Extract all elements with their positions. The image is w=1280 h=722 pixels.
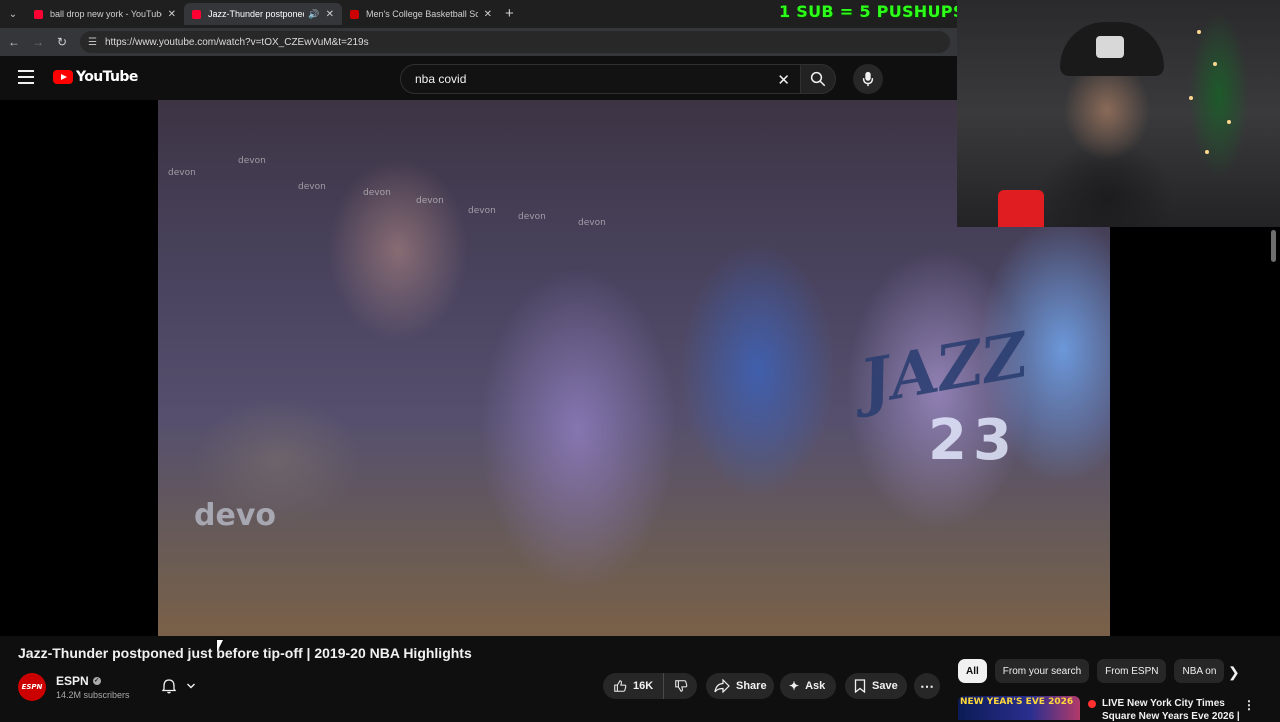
recommended-video-thumbnail[interactable]: NEW YEAR'S EVE 2026 xyxy=(958,696,1080,720)
search-input[interactable] xyxy=(415,72,755,86)
recommended-title-line-2[interactable]: Square New Years Eve 2026 | xyxy=(1102,711,1240,722)
red-light xyxy=(998,190,1044,227)
chevron-down-icon xyxy=(186,683,195,689)
share-arrow-icon xyxy=(714,679,730,693)
more-actions-icon[interactable]: ⋯ xyxy=(914,673,940,699)
voice-search-button[interactable] xyxy=(853,64,883,94)
channel-meta: ESPN ✓ 14.2M subscribers xyxy=(56,674,130,700)
scrollbar-thumb[interactable] xyxy=(1271,230,1276,262)
youtube-header: YouTube ✕ xyxy=(0,56,958,100)
close-tab-icon[interactable]: ✕ xyxy=(478,9,492,20)
arena-signage-text: devon xyxy=(518,212,546,222)
arena-signage-text: devon xyxy=(238,156,266,166)
jersey-number: 23 xyxy=(928,408,1018,473)
share-label: Share xyxy=(736,680,767,692)
thumbs-up-icon xyxy=(614,680,627,692)
like-count: 16K xyxy=(633,680,654,692)
arena-signage-text: devon xyxy=(416,196,444,206)
ask-button[interactable]: ✦ Ask xyxy=(780,673,836,699)
dislike-button[interactable] xyxy=(664,673,698,699)
search-button[interactable] xyxy=(800,64,836,94)
recommended-title-line-1: LIVE New York City Times xyxy=(1102,698,1225,709)
microphone-icon xyxy=(862,71,874,87)
jersey-wordmark: JAZZ xyxy=(854,317,1034,420)
tab-title: ball drop new york - YouTube xyxy=(50,9,162,19)
url-text: https://www.youtube.com/watch?v=tOX_CZEw… xyxy=(104,36,369,48)
recommended-video-title[interactable]: LIVE New York City Times xyxy=(1088,698,1225,709)
chip-from-your-search[interactable]: From your search xyxy=(994,659,1090,683)
tree-light xyxy=(1189,96,1193,100)
reload-icon[interactable]: ↻ xyxy=(54,34,70,50)
browser-tab-2-active[interactable]: Jazz-Thunder postponed ju 🔊 ✕ xyxy=(184,3,342,25)
chevron-right-icon[interactable]: ❯ xyxy=(1228,664,1240,681)
tree-light xyxy=(1205,150,1209,154)
channel-name-text: ESPN xyxy=(56,674,89,688)
like-dislike-group: 16K xyxy=(603,673,697,699)
tree-light xyxy=(1197,30,1201,34)
youtube-favicon-icon xyxy=(34,9,43,19)
address-bar[interactable]: ☰ https://www.youtube.com/watch?v=tOX_CZ… xyxy=(80,31,950,53)
arena-signage-text: devon xyxy=(468,206,496,216)
bell-icon xyxy=(161,679,176,694)
chip-from-espn[interactable]: From ESPN xyxy=(1097,659,1167,683)
courtside-ad-text: devo xyxy=(194,498,276,533)
streamer-webcam xyxy=(957,0,1280,227)
chip-all[interactable]: All xyxy=(958,659,987,683)
notification-bell-button[interactable] xyxy=(150,672,206,700)
close-tab-icon[interactable]: ✕ xyxy=(162,9,176,20)
channel-avatar[interactable]: ESPN xyxy=(18,673,46,701)
channel-info: ESPN ESPN ✓ 14.2M subscribers xyxy=(18,673,130,701)
tab-title: Jazz-Thunder postponed ju xyxy=(208,9,305,19)
chip-nba-on[interactable]: NBA on xyxy=(1174,659,1225,683)
tab-search-chevron-icon[interactable]: ⌄ xyxy=(4,5,22,23)
youtube-play-icon xyxy=(53,70,73,84)
save-button[interactable]: Save xyxy=(845,673,907,699)
browser-tab-3[interactable]: Men's College Basketball Sched ✕ xyxy=(342,3,500,25)
youtube-logo[interactable]: YouTube xyxy=(53,69,138,85)
logo-wordmark: YouTube xyxy=(76,69,138,85)
tab-title: Men's College Basketball Sched xyxy=(366,9,478,19)
like-button[interactable]: 16K xyxy=(603,673,665,699)
share-button[interactable]: Share xyxy=(706,673,774,699)
back-arrow-icon[interactable]: ← xyxy=(6,34,22,50)
mouse-cursor xyxy=(217,640,223,652)
browser-tab-1[interactable]: ball drop new york - YouTube ✕ xyxy=(26,3,184,25)
search-icon xyxy=(810,71,826,87)
more-vert-icon[interactable]: ⋮ xyxy=(1243,698,1255,712)
stream-banner: 1 SUB = 5 PUSHUPS xyxy=(779,2,965,21)
arena-signage-text: devon xyxy=(578,218,606,228)
verified-check-icon: ✓ xyxy=(92,677,101,685)
ask-label: Ask xyxy=(805,680,826,692)
menu-icon[interactable] xyxy=(18,70,34,84)
espn-favicon-icon xyxy=(350,9,359,19)
arena-signage-text: devon xyxy=(363,188,391,198)
live-dot-icon xyxy=(1088,699,1096,708)
site-info-icon[interactable]: ☰ xyxy=(88,37,97,48)
clear-search-icon[interactable]: ✕ xyxy=(777,71,790,89)
thumbnail-text: NEW YEAR'S EVE 2026 xyxy=(960,697,1074,707)
sparkle-icon: ✦ xyxy=(789,679,800,693)
thumbs-down-icon xyxy=(675,680,688,692)
cap-logo xyxy=(1096,36,1124,58)
search-box: ✕ xyxy=(400,64,800,94)
related-filter-chips: All From your search From ESPN NBA on xyxy=(958,659,1258,683)
youtube-favicon-icon xyxy=(192,9,201,19)
forward-arrow-icon[interactable]: → xyxy=(30,34,46,50)
tree-light xyxy=(1227,120,1231,124)
close-tab-icon[interactable]: ✕ xyxy=(320,9,334,20)
video-title: Jazz-Thunder postponed just before tip-o… xyxy=(18,645,472,661)
speaker-icon[interactable]: 🔊 xyxy=(308,9,319,20)
arena-signage-text: devon xyxy=(298,182,326,192)
save-label: Save xyxy=(872,680,898,692)
bookmark-icon xyxy=(854,679,866,693)
channel-name[interactable]: ESPN ✓ xyxy=(56,674,130,688)
tree-light xyxy=(1213,62,1217,66)
new-tab-plus-icon[interactable]: + xyxy=(505,5,514,22)
arena-signage-text: devon xyxy=(168,168,196,178)
subscriber-count: 14.2M subscribers xyxy=(56,690,130,700)
browser-toolbar: ← → ↻ ☰ https://www.youtube.com/watch?v=… xyxy=(0,28,958,56)
